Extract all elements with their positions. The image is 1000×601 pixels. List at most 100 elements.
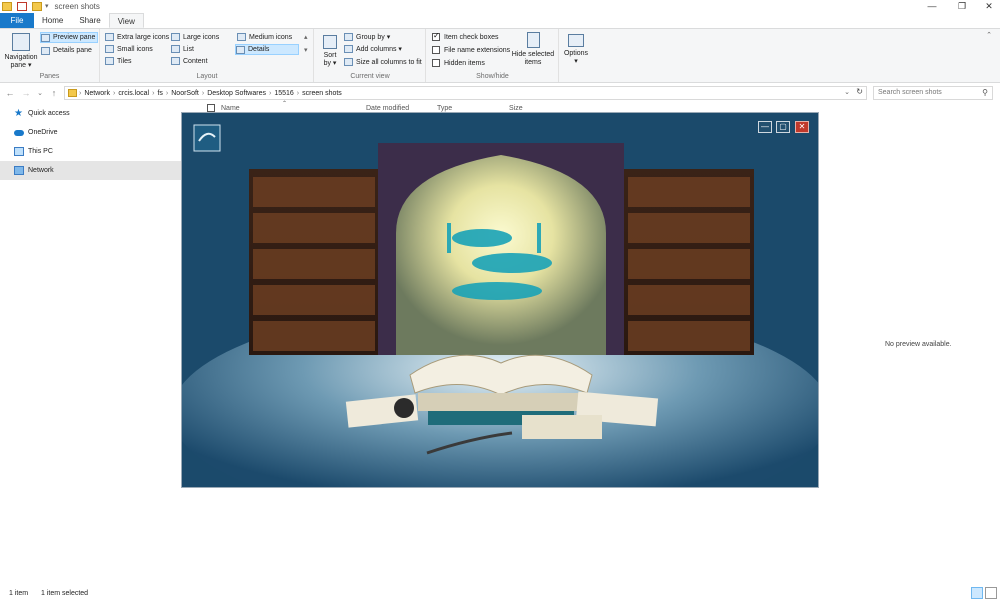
size-columns-icon — [344, 58, 353, 66]
collapse-ribbon-icon[interactable]: ⌃ — [986, 31, 992, 39]
group-by-button[interactable]: Group by ▾ — [344, 33, 390, 41]
details-view-icon — [236, 45, 245, 54]
tab-share[interactable]: Share — [71, 13, 108, 28]
size-columns-label: Size all columns to fit — [356, 58, 422, 66]
medium-icons-label: Medium icons — [249, 33, 293, 41]
content-button[interactable]: Content — [171, 57, 208, 65]
sort-by-icon — [323, 35, 337, 49]
window-title: screen shots — [54, 1, 100, 11]
navigation-pane-label: Navigation pane — [4, 54, 38, 69]
search-input[interactable]: Search screen shots ⚲ — [873, 86, 993, 100]
options-label: Options — [563, 50, 589, 57]
tiles-button[interactable]: Tiles — [105, 57, 132, 65]
size-columns-button[interactable]: Size all columns to fit — [344, 58, 422, 66]
details-pane-button[interactable]: Details pane — [41, 45, 92, 56]
nav-item-network[interactable]: Network — [0, 161, 182, 180]
details-view-toggle-icon[interactable] — [971, 587, 983, 599]
hidden-items-label: Hidden items — [444, 59, 485, 67]
nav-item-label: OneDrive — [28, 129, 58, 136]
medium-icons-button[interactable]: Medium icons — [237, 33, 292, 41]
refresh-icon[interactable]: ↻ — [856, 87, 863, 96]
forward-arrow-icon[interactable]: → — [20, 88, 32, 98]
breadcrumb-network[interactable]: Network — [84, 90, 110, 97]
computer-icon — [14, 147, 24, 156]
show-hide-group-label: Show/hide — [476, 73, 509, 80]
current-view-group: Sort by ▾ Group by ▾ Add columns ▾ Size … — [315, 29, 426, 82]
hide-selected-label: Hide selected items — [511, 51, 555, 66]
file-extensions-label: File name extensions — [444, 46, 511, 54]
nav-item-quick-access[interactable]: ★ Quick access — [0, 104, 182, 123]
item-count: 1 item — [9, 590, 29, 597]
new-folder-icon[interactable] — [32, 1, 42, 11]
selected-count: 1 item selected — [41, 590, 89, 597]
breadcrumb-desktop-softwares[interactable]: Desktop Softwares — [207, 90, 266, 97]
breadcrumb-crcis[interactable]: crcis.local — [118, 90, 149, 97]
layout-scroll-up-icon[interactable]: ▴ — [304, 33, 308, 41]
sort-by-label: Sort by — [323, 52, 337, 67]
breadcrumb-noorsoft[interactable]: NoorSoft — [171, 90, 199, 97]
chevron-right-icon[interactable]: › — [152, 90, 154, 97]
chevron-right-icon[interactable]: › — [269, 90, 271, 97]
breadcrumb-screen-shots[interactable]: screen shots — [302, 90, 342, 97]
title-bar: ▾ screen shots — ❐ ✕ — [0, 0, 1000, 12]
address-field[interactable]: › Network › crcis.local › fs › NoorSoft … — [64, 86, 867, 100]
chevron-right-icon[interactable]: › — [202, 90, 204, 97]
add-columns-button[interactable]: Add columns ▾ — [344, 45, 402, 53]
layout-group-label: Layout — [196, 73, 218, 80]
large-icons-view-toggle-icon[interactable] — [985, 587, 997, 599]
minimize-button[interactable]: — — [915, 0, 949, 12]
item-checkboxes-toggle[interactable]: Item check boxes — [432, 31, 498, 41]
chevron-right-icon[interactable]: › — [297, 90, 299, 97]
no-preview-message: No preview available. — [885, 341, 952, 348]
nav-item-label: Network — [28, 167, 54, 174]
small-icons-icon — [105, 45, 114, 53]
content-label: Content — [183, 57, 208, 65]
navigation-pane-button[interactable]: Navigation pane ▾ — [3, 33, 39, 70]
hidden-items-checkbox[interactable] — [432, 59, 440, 67]
close-button[interactable]: ✕ — [972, 0, 1000, 12]
preview-pane-label: Preview pane — [53, 34, 96, 41]
tab-home[interactable]: Home — [34, 13, 71, 28]
breadcrumb-fs[interactable]: fs — [157, 90, 162, 97]
star-icon: ★ — [14, 108, 23, 119]
hide-selected-button[interactable]: Hide selected items — [511, 32, 555, 67]
tab-file[interactable]: File — [0, 13, 34, 28]
address-dropdown-icon[interactable]: ⌄ — [844, 88, 850, 96]
back-arrow-icon[interactable]: ← — [4, 88, 16, 98]
medium-icons-icon — [237, 33, 246, 41]
up-arrow-icon[interactable]: ↑ — [48, 88, 60, 98]
nav-item-onedrive[interactable]: OneDrive — [0, 123, 182, 142]
small-icons-button[interactable]: Small icons — [105, 45, 153, 53]
file-extensions-checkbox[interactable] — [432, 46, 440, 54]
preview-pane-icon — [41, 33, 50, 42]
hidden-items-toggle[interactable]: Hidden items — [432, 59, 485, 67]
details-pane-icon — [41, 46, 50, 55]
small-icons-label: Small icons — [117, 45, 153, 53]
sort-up-icon: ⌃ — [282, 101, 288, 107]
tiles-icon — [105, 57, 114, 65]
splash-maximize-icon: ▢ — [776, 121, 790, 133]
extra-large-icons-button[interactable]: Extra large icons — [105, 33, 169, 41]
tab-view[interactable]: View — [108, 13, 144, 28]
list-button[interactable]: List — [171, 45, 194, 53]
file-extensions-toggle[interactable]: File name extensions — [432, 46, 510, 54]
details-view-button[interactable]: Details — [235, 44, 299, 55]
preview-pane-button[interactable]: Preview pane — [40, 32, 99, 43]
large-icons-button[interactable]: Large icons — [171, 33, 219, 41]
navigation-pane: ★ Quick access OneDrive This PC Network — [0, 104, 182, 582]
item-checkboxes-checkbox[interactable] — [432, 31, 440, 41]
recent-locations-icon[interactable]: ⌄ — [34, 89, 46, 97]
sort-by-button[interactable]: Sort by ▾ — [319, 35, 341, 68]
chevron-right-icon[interactable]: › — [113, 90, 115, 97]
chevron-right-icon[interactable]: › — [166, 90, 168, 97]
customize-quick-access-icon[interactable]: ▾ — [45, 2, 49, 10]
breadcrumb-15516[interactable]: 15516 — [274, 90, 293, 97]
options-button[interactable]: Options ▾ — [562, 34, 590, 66]
properties-icon[interactable] — [17, 1, 27, 11]
options-group: Options ▾ — [560, 29, 592, 82]
search-icon: ⚲ — [982, 88, 988, 97]
layout-scroll-down-icon[interactable]: ▾ — [304, 46, 308, 54]
app-splash-image: — ▢ ✕ — [181, 112, 819, 488]
ribbon: Navigation pane ▾ Preview pane Details p… — [0, 28, 1000, 83]
nav-item-this-pc[interactable]: This PC — [0, 142, 182, 161]
